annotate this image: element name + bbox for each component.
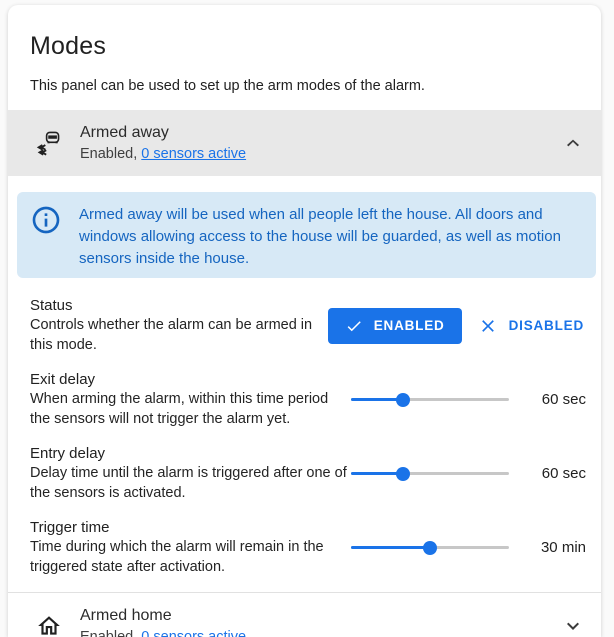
card-intro: Modes This panel can be used to set up t… xyxy=(8,5,601,110)
status-toggle: ENABLED DISABLED xyxy=(327,307,586,344)
exit-delay-description: When arming the alarm, within this time … xyxy=(30,391,329,427)
trigger-time-control: 30 min xyxy=(351,539,586,557)
armed-home-header-text: Armed home Enabled, 0 sensors active xyxy=(80,607,246,637)
status-title: Status xyxy=(30,297,73,314)
armed-home-header[interactable]: Armed home Enabled, 0 sensors active xyxy=(8,592,601,637)
exit-delay-title: Exit delay xyxy=(30,371,96,388)
armed-home-status-text: Enabled, xyxy=(80,628,138,637)
exit-delay-control: 60 sec xyxy=(351,391,586,409)
armed-away-header-text: Armed away Enabled, 0 sensors active xyxy=(80,124,246,162)
enabled-button-label: ENABLED xyxy=(373,318,445,333)
armed-away-subtitle: Enabled, 0 sensors active xyxy=(80,146,246,162)
exit-delay-text-block: Exit delay When arming the alarm, within… xyxy=(30,370,351,429)
page-description: This panel can be used to set up the arm… xyxy=(30,78,425,94)
entry-delay-slider[interactable] xyxy=(351,465,509,483)
trigger-time-description: Time during which the alarm will remain … xyxy=(30,539,324,575)
status-description: Controls whether the alarm can be armed … xyxy=(30,317,313,353)
armed-away-body: Armed away will be used when all people … xyxy=(8,192,601,577)
car-leaving-icon xyxy=(36,130,62,156)
exit-delay-value: 60 sec xyxy=(541,391,586,408)
armed-away-sensors-link[interactable]: 0 sensors active xyxy=(141,146,246,162)
trigger-time-slider[interactable] xyxy=(351,539,509,557)
trigger-time-text-block: Trigger time Time during which the alarm… xyxy=(30,518,351,577)
close-icon xyxy=(481,319,494,332)
entry-delay-description: Delay time until the alarm is triggered … xyxy=(30,465,347,501)
disabled-button[interactable]: DISABLED xyxy=(476,316,586,336)
slider-thumb[interactable] xyxy=(423,540,437,555)
settings-list: Status Controls whether the alarm can be… xyxy=(8,278,601,577)
armed-home-title: Armed home xyxy=(80,606,172,624)
info-text: Armed away will be used when all people … xyxy=(79,206,561,267)
setting-row-entry-delay: Entry delay Delay time until the alarm i… xyxy=(30,444,586,503)
exit-delay-slider[interactable] xyxy=(351,391,509,409)
check-icon xyxy=(347,320,361,331)
modes-card: Modes This panel can be used to set up t… xyxy=(8,5,601,637)
slider-thumb[interactable] xyxy=(396,392,411,407)
armed-away-header[interactable]: Armed away Enabled, 0 sensors active xyxy=(8,110,601,176)
slider-thumb[interactable] xyxy=(396,466,411,481)
trigger-time-title: Trigger time xyxy=(30,519,110,536)
setting-row-exit-delay: Exit delay When arming the alarm, within… xyxy=(30,370,586,429)
chevron-down-icon[interactable] xyxy=(561,614,585,637)
trigger-time-value: 30 min xyxy=(540,539,586,556)
entry-delay-title: Entry delay xyxy=(30,445,106,462)
status-text-block: Status Controls whether the alarm can be… xyxy=(30,296,328,355)
armed-away-title: Armed away xyxy=(80,124,169,141)
armed-home-subtitle: Enabled, 0 sensors active xyxy=(80,629,246,637)
info-icon xyxy=(30,204,62,236)
page-title: Modes xyxy=(30,32,107,60)
entry-delay-value: 60 sec xyxy=(541,465,586,482)
armed-home-sensors-link[interactable]: 0 sensors active xyxy=(141,629,246,637)
entry-delay-control: 60 sec xyxy=(351,465,586,483)
disabled-button-label: DISABLED xyxy=(508,318,584,333)
home-icon xyxy=(36,613,62,637)
enabled-button[interactable]: ENABLED xyxy=(327,307,462,344)
info-banner: Armed away will be used when all people … xyxy=(17,192,596,278)
setting-row-status: Status Controls whether the alarm can be… xyxy=(30,296,586,355)
armed-away-status-text: Enabled, xyxy=(80,146,138,162)
slider-fill xyxy=(351,546,430,549)
chevron-up-icon[interactable] xyxy=(561,131,585,155)
entry-delay-text-block: Entry delay Delay time until the alarm i… xyxy=(30,444,351,503)
setting-row-trigger-time: Trigger time Time during which the alarm… xyxy=(30,518,586,577)
